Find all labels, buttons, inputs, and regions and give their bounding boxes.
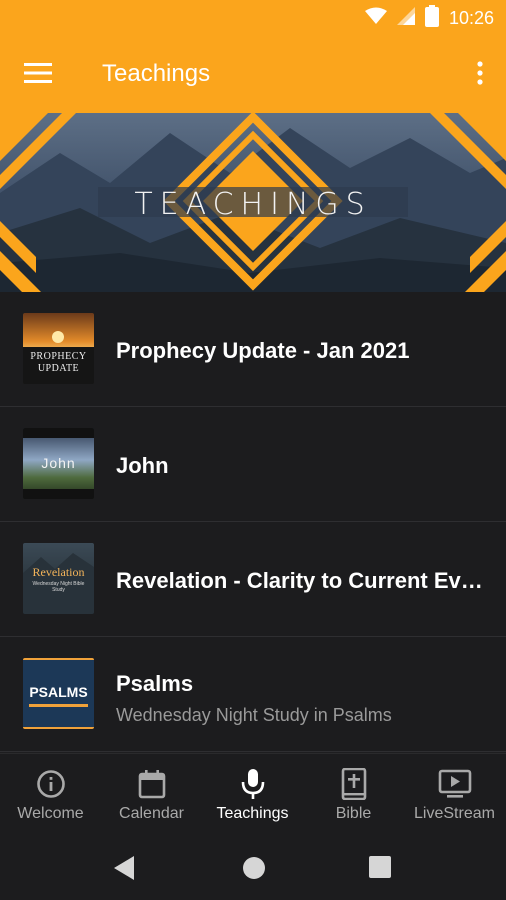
thumbnail-prophecy-update: PROPHECY UPDATE [23, 313, 94, 384]
nav-welcome[interactable]: Welcome [0, 754, 101, 840]
system-navigation-bar [0, 839, 506, 900]
teachings-list: PROPHECY UPDATE Prophecy Update - Jan 20… [0, 292, 506, 752]
teaching-title: Psalms [116, 671, 194, 696]
teaching-subtitle: Wednesday Night Study in Psalms [116, 705, 392, 725]
nav-teachings[interactable]: Teachings [202, 754, 303, 840]
thumbnail-psalms: PSALMS [23, 658, 94, 729]
list-item-psalms[interactable]: PSALMS Psalms Wednesday Night Study in P… [0, 637, 506, 752]
status-bar: 10:26 [0, 0, 506, 36]
more-vert-icon [477, 60, 483, 90]
thumbnail-revelation: Revelation Wednesday Night Bible Study [23, 543, 94, 614]
bottom-navigation: Welcome Calendar Teachings Bible LiveStr… [0, 753, 506, 840]
menu-button[interactable] [18, 58, 58, 92]
signal-icon [396, 6, 415, 30]
list-item-revelation[interactable]: Revelation Wednesday Night Bible Study R… [0, 522, 506, 637]
teaching-title: Revelation - Clarity to Current Ev… [116, 568, 483, 593]
thumbnail-text: PROPHECY UPDATE [30, 351, 87, 374]
wifi-icon [364, 7, 387, 30]
info-icon [36, 767, 66, 801]
calendar-icon [137, 767, 167, 801]
thumbnail-text: PSALMS [29, 684, 88, 700]
teaching-title: Prophecy Update - Jan 2021 [116, 338, 410, 363]
play-screen-icon [438, 767, 472, 801]
recents-icon[interactable] [369, 856, 391, 883]
overflow-menu-button[interactable] [468, 58, 492, 92]
hamburger-icon [24, 62, 52, 88]
status-time: 10:26 [448, 7, 494, 28]
nav-calendar[interactable]: Calendar [101, 754, 202, 840]
home-icon[interactable] [242, 856, 266, 885]
nav-label: Bible [335, 805, 372, 822]
nav-bible[interactable]: Bible [303, 754, 404, 840]
nav-label: Calendar [119, 805, 184, 822]
list-item-john[interactable]: John John [0, 407, 506, 522]
back-icon[interactable] [114, 856, 136, 885]
thumbnail-text: Revelation [32, 565, 85, 579]
thumbnail-subtext: Wednesday Night Bible Study [32, 581, 85, 593]
nav-label: LiveStream [414, 805, 495, 822]
bible-icon [339, 767, 369, 801]
thumbnail-john: John [23, 428, 94, 499]
nav-label: Welcome [17, 805, 84, 822]
nav-livestream[interactable]: LiveStream [404, 754, 505, 840]
list-item-prophecy-update[interactable]: PROPHECY UPDATE Prophecy Update - Jan 20… [0, 292, 506, 407]
teaching-title: John [116, 453, 169, 478]
thumbnail-text: John [41, 455, 76, 471]
banner-title: TEACHINGS [134, 187, 372, 222]
teachings-banner: TEACHINGS [0, 113, 506, 292]
nav-label: Teachings [216, 805, 289, 822]
battery-icon [424, 4, 439, 32]
microphone-icon [238, 767, 268, 801]
page-title: Teachings [102, 60, 211, 87]
app-bar: Teachings [0, 36, 506, 113]
